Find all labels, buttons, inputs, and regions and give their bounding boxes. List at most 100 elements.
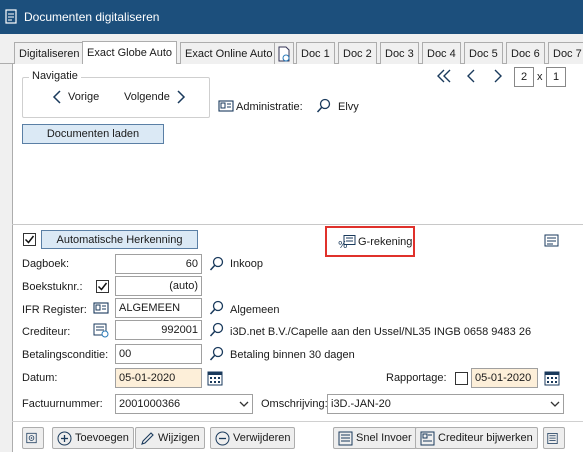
tab-doc-3[interactable]: Doc 3	[380, 42, 419, 64]
boekstuknr-input[interactable]: (auto)	[115, 276, 202, 296]
rapportage-input[interactable]: 05-01-2020	[471, 368, 538, 388]
add-button[interactable]: Toevoegen	[52, 427, 134, 449]
checkmark-icon	[97, 282, 108, 291]
page-current-field[interactable]: 2	[514, 67, 534, 87]
minus-circle-icon	[215, 431, 230, 445]
quick-entry-label: Snel Invoer	[356, 432, 412, 444]
first-page-icon[interactable]	[436, 68, 452, 84]
auto-recognition-checkbox[interactable]	[23, 233, 36, 246]
dagboek-search-icon[interactable]	[209, 256, 225, 272]
ifr-register-input[interactable]: ALGEMEEN	[115, 298, 202, 318]
betalingsconditie-search-icon[interactable]	[209, 346, 225, 362]
register-icon[interactable]	[93, 301, 109, 315]
creditor-card-icon[interactable]	[93, 322, 109, 338]
administration-label: Administratie:	[236, 101, 303, 113]
tab-exact-globe-auto[interactable]: Exact Globe Auto	[82, 41, 177, 64]
toolbar-divider	[12, 421, 583, 422]
page-separator: x	[537, 71, 543, 83]
document-icon	[278, 46, 290, 61]
betalingsconditie-label: Betalingsconditie:	[22, 349, 109, 361]
rapportage-label: Rapportage:	[386, 372, 447, 384]
administration-value: Elvy	[338, 101, 359, 113]
tab-doc-4[interactable]: Doc 4	[422, 42, 461, 64]
dagboek-input[interactable]: 60	[115, 254, 202, 274]
tab-document-icon-tab[interactable]	[274, 42, 294, 64]
quick-entry-icon	[338, 431, 353, 445]
crediteur-label: Crediteur:	[22, 326, 71, 338]
calendar-icon[interactable]	[207, 370, 223, 386]
next-label: Volgende	[124, 91, 170, 103]
factuurnummer-label: Factuurnummer:	[22, 398, 103, 410]
add-button-label: Toevoegen	[75, 432, 129, 444]
crediteur-description: i3D.net B.V./Capelle aan den Ussel/NL35 …	[230, 326, 532, 338]
omschrijving-value: i3D.-JAN-20	[331, 398, 391, 410]
document-scan-icon	[5, 9, 17, 24]
ifr-register-description: Algemeen	[230, 304, 280, 316]
document-list-icon	[547, 432, 558, 444]
plus-circle-icon	[57, 431, 72, 445]
crediteur-search-icon[interactable]	[209, 322, 225, 338]
chevron-left-icon	[52, 90, 61, 104]
tab-doc-1[interactable]: Doc 1	[296, 42, 335, 64]
ifr-search-icon[interactable]	[209, 300, 225, 316]
crediteur-input[interactable]: 992001	[115, 320, 202, 340]
edit-button[interactable]: Wijzigen	[135, 427, 205, 449]
quick-entry-button[interactable]: Snel Invoer	[333, 427, 417, 449]
delete-button-label: Verwijderen	[233, 432, 291, 444]
navigation-legend: Navigatie	[29, 70, 81, 82]
window-title: Documenten digitaliseren	[24, 10, 160, 24]
svg-text:%: %	[338, 240, 348, 249]
administration-icon[interactable]	[218, 99, 234, 113]
tab-exact-online-auto[interactable]: Exact Online Auto	[180, 42, 278, 64]
auto-recognition-button[interactable]: Automatische Herkenning	[41, 230, 198, 249]
update-creditor-button[interactable]: Crediteur bijwerken	[415, 427, 538, 449]
rapportage-checkbox[interactable]	[455, 372, 468, 385]
notes-icon[interactable]	[544, 234, 560, 248]
update-creditor-label: Crediteur bijwerken	[438, 432, 533, 444]
delete-button[interactable]: Verwijderen	[210, 427, 296, 449]
pencil-icon	[141, 431, 154, 445]
dagboek-description: Inkoop	[230, 258, 264, 270]
chevron-down-icon	[550, 401, 560, 407]
settings-icon	[26, 432, 37, 444]
edit-button-label: Wijzigen	[158, 432, 200, 444]
section-divider	[12, 224, 583, 225]
percent-calculator-icon: %	[338, 235, 356, 249]
boekstuknr-label: Boekstuknr.:	[22, 281, 83, 293]
dagboek-label: Dagboek:	[22, 258, 70, 270]
g-rekening-button[interactable]: % G-rekening	[338, 235, 412, 249]
load-documents-button[interactable]: Documenten laden	[22, 124, 164, 144]
previous-button[interactable]: Vorige	[52, 89, 99, 105]
omschrijving-label: Omschrijving:	[261, 398, 328, 410]
tab-doc-5[interactable]: Doc 5	[464, 42, 503, 64]
chevron-right-icon	[177, 90, 185, 104]
previous-label: Vorige	[68, 91, 100, 103]
betalingsconditie-input[interactable]: 00	[115, 344, 202, 364]
previous-page-icon[interactable]	[465, 68, 477, 84]
tab-doc-2[interactable]: Doc 2	[338, 42, 377, 64]
tab-doc-6[interactable]: Doc 6	[506, 42, 545, 64]
tab-bar: Digitaliseren Exact Globe Auto Exact Onl…	[0, 41, 583, 64]
settings-button[interactable]	[22, 427, 44, 449]
checkmark-icon	[24, 235, 35, 244]
search-icon[interactable]	[316, 98, 332, 114]
factuurnummer-value: 2001000366	[119, 398, 181, 410]
page-total-field: 1	[546, 67, 566, 87]
datum-label: Datum:	[22, 372, 58, 384]
tab-digitaliseren[interactable]: Digitaliseren	[14, 42, 85, 64]
creditor-update-icon	[420, 431, 435, 445]
tab-doc-7[interactable]: Doc 7	[548, 42, 583, 64]
next-button[interactable]: Volgende	[124, 89, 186, 105]
datum-input[interactable]: 05-01-2020	[115, 368, 202, 388]
boekstuknr-auto-checkbox[interactable]	[96, 280, 109, 293]
chevron-down-icon	[239, 401, 249, 407]
factuurnummer-select[interactable]: 2001000366	[115, 394, 253, 414]
next-page-icon[interactable]	[492, 68, 504, 84]
ifr-register-label: IFR Register:	[22, 304, 87, 316]
document-list-button[interactable]	[543, 427, 565, 449]
g-rekening-label: G-rekening	[358, 236, 413, 248]
betalingsconditie-description: Betaling binnen 30 dagen	[230, 349, 355, 361]
omschrijving-select[interactable]: i3D.-JAN-20	[327, 394, 564, 414]
title-bar: Documenten digitaliseren	[0, 0, 583, 34]
rapportage-calendar-icon[interactable]	[544, 370, 560, 386]
